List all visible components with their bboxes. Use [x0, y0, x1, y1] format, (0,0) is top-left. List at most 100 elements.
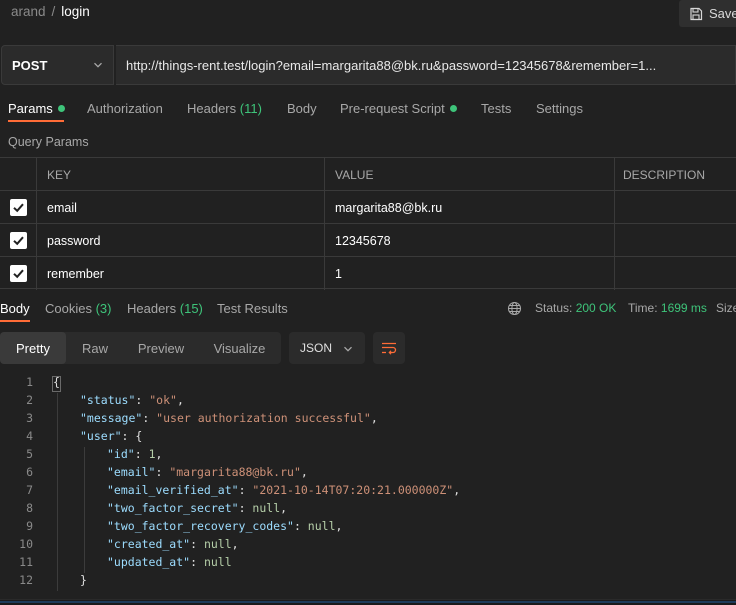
code-token: "created_at" [107, 537, 191, 551]
code-token: } [80, 573, 87, 587]
code-token: : [293, 519, 308, 533]
code-token: , [280, 501, 288, 515]
tab-label: Settings [536, 101, 583, 116]
tab-tests[interactable]: Tests [481, 101, 511, 116]
active-tab-underline [0, 320, 30, 322]
tab-label: Body [0, 301, 30, 316]
code-token: "ok" [149, 393, 177, 407]
view-mode-raw[interactable]: Raw [66, 332, 124, 364]
response-tabs: Body Cookies (3) Headers (15) Test Resul… [0, 298, 736, 322]
code-token: "email_verified_at" [107, 483, 239, 497]
breadcrumb-current[interactable]: login [61, 4, 90, 19]
tab-label: Body [287, 101, 317, 116]
line-number: 7 [26, 483, 33, 497]
tab-count: (3) [95, 301, 112, 316]
code-token: : { [121, 429, 143, 443]
view-mode-preview[interactable]: Preview [124, 332, 198, 364]
chevron-down-icon [344, 346, 352, 352]
code-line: 4 "user": { [0, 429, 736, 447]
breadcrumb: arand / login [11, 4, 90, 19]
time-label: Time: [628, 301, 658, 315]
tab-headers[interactable]: Headers (11) [187, 101, 262, 116]
line-number: 11 [19, 555, 33, 569]
view-mode-pretty[interactable]: Pretty [0, 332, 66, 364]
tab-response-body[interactable]: Body [0, 301, 30, 316]
tab-authorization[interactable]: Authorization [87, 101, 163, 116]
wrap-lines-icon [382, 342, 397, 355]
code-token: : [238, 501, 253, 515]
column-header-description: DESCRIPTION [614, 158, 736, 191]
tab-body[interactable]: Body [287, 101, 317, 116]
table-header-row: KEY VALUE DESCRIPTION [0, 157, 736, 191]
tab-count: (15) [179, 301, 203, 316]
code-line: 3 "message": "user authorization successf… [0, 411, 736, 429]
tab-test-results[interactable]: Test Results [217, 301, 288, 316]
method-select[interactable]: POST [1, 45, 114, 85]
checkbox-checked-icon[interactable] [9, 199, 27, 216]
code-token: null [203, 555, 232, 569]
response-status: Status: 200 OK [535, 301, 616, 315]
param-description[interactable] [614, 257, 736, 290]
line-number: 1 [26, 375, 33, 389]
param-key[interactable]: password [36, 224, 324, 257]
table-row: remember 1 [0, 256, 736, 290]
tab-settings[interactable]: Settings [536, 101, 583, 116]
save-icon [690, 7, 703, 20]
code-token: , [155, 447, 163, 461]
tab-label: Cookies [45, 301, 92, 316]
tab-label: Params [8, 101, 53, 116]
code-token: : [190, 555, 204, 569]
code-token: : [135, 393, 150, 407]
param-value[interactable]: 12345678 [324, 224, 614, 257]
code-token: : [238, 483, 253, 497]
status-value: 200 OK [575, 301, 617, 315]
code-token: 1 [148, 447, 156, 461]
code-token: : [142, 411, 157, 425]
code-token: "message" [80, 411, 143, 425]
param-description[interactable] [614, 224, 736, 257]
tab-params[interactable]: Params [8, 101, 65, 116]
code-line: 5 "id": 1, [0, 447, 736, 465]
globe-icon[interactable] [507, 301, 522, 316]
tab-response-headers[interactable]: Headers (15) [127, 301, 203, 316]
code-line: 7 "email_verified_at": "2021-10-14T07:20:… [0, 483, 736, 501]
tab-label: Headers [127, 301, 177, 316]
response-view-toolbar: Pretty Raw Preview Visualize JSON [0, 332, 736, 365]
tab-cookies[interactable]: Cookies (3) [45, 301, 111, 316]
param-value[interactable]: margarita88@bk.ru [324, 191, 614, 224]
code-token: "updated_at" [107, 555, 191, 569]
tab-indicator-dot [449, 105, 457, 112]
tab-label: Authorization [87, 101, 163, 116]
checkbox-checked-icon[interactable] [9, 232, 27, 249]
code-token: , [453, 483, 461, 497]
code-text: { [53, 375, 60, 389]
save-button[interactable]: Save [679, 0, 736, 27]
table-row: password 12345678 [0, 223, 736, 257]
code-token: , [176, 393, 184, 407]
breadcrumb-parent[interactable]: arand [11, 4, 46, 19]
param-value[interactable]: 1 [324, 257, 614, 290]
param-description[interactable] [614, 191, 736, 224]
wrap-lines-button[interactable] [373, 332, 405, 364]
param-key[interactable]: remember [36, 257, 324, 290]
column-header-key: KEY [36, 158, 324, 191]
code-token: "id" [107, 447, 135, 461]
view-mode-group: Pretty Raw Preview Visualize [0, 332, 281, 364]
line-number: 8 [26, 501, 33, 515]
view-mode-visualize[interactable]: Visualize [198, 332, 281, 364]
top-bar: arand / login Save [0, 0, 736, 28]
code-token: "user authorization successful" [156, 411, 371, 425]
format-select[interactable]: JSON [289, 332, 365, 364]
code-token: , [370, 411, 378, 425]
code-token: "status" [80, 393, 136, 407]
code-line: 12} [0, 573, 736, 591]
response-size: Size [716, 301, 736, 315]
code-token: , [231, 537, 239, 551]
code-token: : [155, 465, 170, 479]
row-checkbox-cell [0, 257, 36, 290]
checkbox-checked-icon[interactable] [9, 265, 27, 282]
param-key[interactable]: email [36, 191, 324, 224]
url-input[interactable]: http://things-rent.test/login?email=marg… [116, 45, 736, 85]
tab-pre-request-script[interactable]: Pre-request Script [340, 101, 457, 116]
status-label: Status: [535, 301, 573, 315]
